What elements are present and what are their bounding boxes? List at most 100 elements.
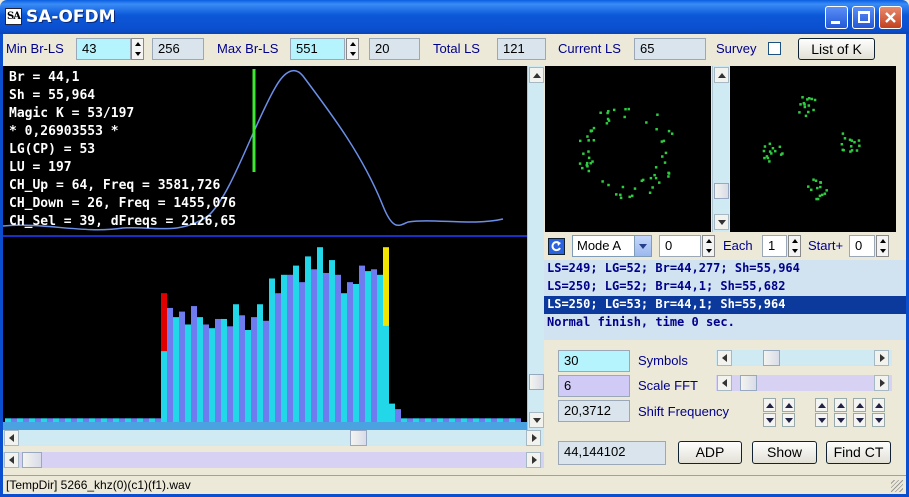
constellation-point (819, 181, 823, 184)
shift-down-fine-4-icon[interactable] (872, 413, 885, 427)
result-log-list[interactable]: LS=249; LG=52; Br=44,277; Sh=55,964 LS=2… (544, 260, 906, 340)
constellation-point (799, 103, 802, 106)
constellation-point (606, 117, 610, 121)
title-bar: SA SA-OFDM (0, 0, 909, 34)
spectrum-bar (437, 418, 443, 422)
secondary-horizontal-scrollbar[interactable] (3, 452, 544, 468)
close-button[interactable] (879, 6, 902, 29)
constellation-point (664, 151, 668, 155)
spectrum-bar (95, 418, 101, 422)
min-br-ls-label: Min Br-LS (6, 41, 64, 56)
scale-fft-slider[interactable] (716, 375, 892, 391)
scroll-left-icon[interactable] (4, 430, 19, 446)
slider-right-icon[interactable] (874, 350, 889, 366)
constellation-point (768, 160, 771, 163)
mode-select[interactable]: Mode A (572, 235, 652, 257)
slider-right-icon-2[interactable] (874, 375, 889, 391)
adp-button[interactable]: ADP (678, 441, 742, 464)
refresh-button[interactable] (548, 238, 565, 255)
chevron-down-icon[interactable] (634, 236, 651, 256)
scroll-up-icon[interactable] (529, 67, 544, 83)
show-button[interactable]: Show (752, 441, 817, 464)
shift-up-fine-3-icon[interactable] (853, 398, 866, 412)
shift-frequency-input[interactable]: 20,3712 (558, 400, 630, 422)
spectrum-bar (119, 418, 125, 422)
spectrum-bar (251, 317, 257, 422)
min-br-ls-input[interactable]: 43 (76, 38, 131, 60)
constellation-point (585, 161, 589, 165)
shift-up-medium-icon[interactable] (782, 398, 795, 412)
log-line-selected[interactable]: LS=250; LG=53; Br=44,1; Sh=55,964 (544, 296, 906, 314)
total-ls-field: 121 (497, 38, 546, 60)
constellation-point (582, 152, 585, 155)
shift-up-fine-4-icon[interactable] (872, 398, 885, 412)
offset-spinner[interactable] (702, 235, 715, 257)
slider-left-icon-2[interactable] (717, 375, 732, 391)
scroll-right-icon-2[interactable] (526, 452, 541, 468)
scroll-thumb-2[interactable] (714, 183, 729, 199)
symbols-slider-thumb[interactable] (763, 350, 780, 366)
spectrum-bar (215, 318, 221, 422)
start-plus-input[interactable]: 0 (849, 235, 875, 257)
scroll-down-icon[interactable] (529, 412, 544, 428)
constellation-point (778, 145, 782, 149)
min-br-ls-spinner[interactable] (131, 38, 144, 60)
constellation-point (821, 193, 824, 197)
h-scroll-thumb[interactable] (350, 430, 367, 446)
spectrum-bar (377, 274, 383, 422)
spectrum-bar (395, 409, 401, 422)
scroll-up-icon-2[interactable] (714, 67, 729, 83)
scroll-thumb[interactable] (529, 374, 544, 390)
spectrum-horizontal-scrollbar[interactable] (3, 430, 544, 446)
start-plus-spinner[interactable] (876, 235, 889, 257)
symbols-input[interactable]: 30 (558, 350, 630, 372)
total-ls-label: Total LS (433, 41, 480, 56)
constellation-point (589, 129, 593, 132)
log-line[interactable]: LS=250; LG=52; Br=44,1; Sh=55,682 (544, 278, 906, 296)
shift-up-coarse-icon[interactable] (763, 398, 776, 412)
constellation-point (649, 176, 653, 180)
shift-down-coarse-icon[interactable] (763, 413, 776, 427)
scroll-left-icon-2[interactable] (4, 452, 19, 468)
constellation-point (607, 183, 610, 187)
shift-down-medium-icon[interactable] (782, 413, 795, 427)
mode-select-value: Mode A (577, 238, 622, 253)
minimize-button[interactable] (825, 6, 848, 29)
shift-up-fine-2-icon[interactable] (834, 398, 847, 412)
info-lu: LU = 197 (9, 160, 72, 175)
scale-fft-slider-thumb[interactable] (740, 375, 757, 391)
shift-down-fine-3-icon[interactable] (853, 413, 866, 427)
max-br-ls-input[interactable]: 551 (290, 38, 345, 60)
log-line[interactable]: LS=249; LG=52; Br=44,277; Sh=55,964 (544, 260, 906, 278)
constellation-point (849, 150, 852, 153)
survey-checkbox[interactable] (768, 42, 781, 55)
spectrum-vertical-scrollbar[interactable] (527, 66, 544, 430)
constellation-point (816, 186, 819, 190)
each-input[interactable]: 1 (762, 235, 787, 257)
scroll-right-icon[interactable] (526, 430, 541, 446)
slider-left-icon[interactable] (717, 350, 732, 366)
max-br-ls-second-field[interactable]: 20 (369, 38, 420, 60)
constellation-point (587, 150, 590, 153)
h-scroll-thumb-2[interactable] (22, 452, 42, 468)
shift-down-fine-2-icon[interactable] (834, 413, 847, 427)
shift-up-fine-1-icon[interactable] (815, 398, 828, 412)
constellation-scrollbar[interactable] (712, 66, 729, 232)
constellation-point (615, 193, 618, 196)
spectrum-bar (143, 418, 149, 422)
offset-input[interactable]: 0 (659, 235, 701, 257)
list-of-k-button[interactable]: List of K (798, 38, 875, 60)
spectrum-bar-lower (161, 351, 167, 422)
max-br-ls-spinner[interactable] (346, 38, 359, 60)
scroll-down-icon-2[interactable] (714, 214, 729, 230)
maximize-button[interactable] (852, 6, 875, 29)
resize-grip-icon[interactable] (891, 480, 903, 492)
shift-down-fine-1-icon[interactable] (815, 413, 828, 427)
spectrum-pane: Br = 44,1 Sh = 55,964 Magic K = 53/197 *… (3, 66, 527, 430)
scale-fft-input[interactable]: 6 (558, 375, 630, 397)
min-br-ls-second-field[interactable]: 256 (152, 38, 204, 60)
symbols-slider[interactable] (716, 350, 892, 366)
each-spinner[interactable] (788, 235, 801, 257)
spectrum-bar (83, 418, 89, 422)
find-ct-button[interactable]: Find CT (826, 441, 891, 464)
